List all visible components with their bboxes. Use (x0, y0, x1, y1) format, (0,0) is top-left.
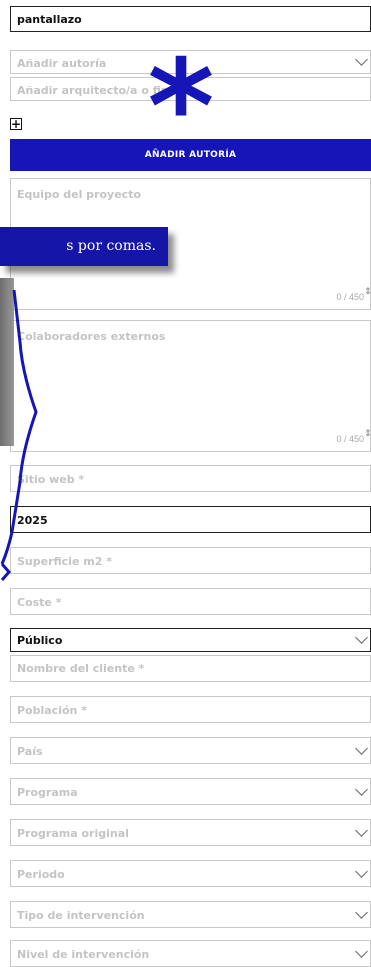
chevron-down-icon (355, 53, 368, 66)
original-program-select[interactable]: Programa original (10, 819, 371, 846)
resize-handle-icon[interactable]: ⇕ (364, 288, 371, 304)
asterisk-annotation: * (148, 46, 215, 136)
resize-handle-icon[interactable]: ⇕ (364, 430, 371, 446)
intervention-level-select[interactable]: Nivel de intervención (10, 940, 371, 967)
title-input[interactable]: pantallazo (10, 6, 371, 32)
chevron-down-icon (355, 742, 368, 755)
chevron-down-icon (355, 631, 368, 644)
ownership-type-select[interactable]: Público (10, 628, 371, 652)
asterisk-glyph: * (148, 46, 215, 136)
country-select[interactable]: País (10, 737, 371, 764)
year-input[interactable]: 2025 (10, 506, 371, 533)
chevron-down-icon (355, 865, 368, 878)
city-input[interactable]: Población * (10, 696, 371, 723)
chevron-down-icon (355, 824, 368, 837)
program-select[interactable]: Programa (10, 778, 371, 805)
website-input[interactable]: Sitio web * (10, 465, 371, 492)
chevron-down-icon (355, 906, 368, 919)
team-char-counter: 0 / 450 (336, 292, 364, 302)
add-icon-button[interactable]: + (10, 118, 22, 130)
add-authorship-button[interactable]: AÑADIR AUTORÍA (10, 139, 371, 171)
chevron-down-icon (355, 783, 368, 796)
surface-input[interactable]: Superficie m2 * (10, 547, 371, 574)
curly-bracket-annotation (0, 289, 38, 581)
period-select[interactable]: Periodo (10, 860, 371, 887)
client-name-input[interactable]: Nombre del cliente * (10, 655, 371, 682)
cost-input[interactable]: Coste * (10, 588, 371, 615)
collaborators-char-counter: 0 / 450 (336, 434, 364, 444)
chevron-down-icon (355, 945, 368, 958)
tooltip: s por comas. (0, 227, 168, 266)
intervention-type-select[interactable]: Tipo de intervención (10, 901, 371, 928)
external-collaborators-textarea[interactable]: Colaboradores externos 0 / 450 ⇕ (10, 320, 371, 452)
